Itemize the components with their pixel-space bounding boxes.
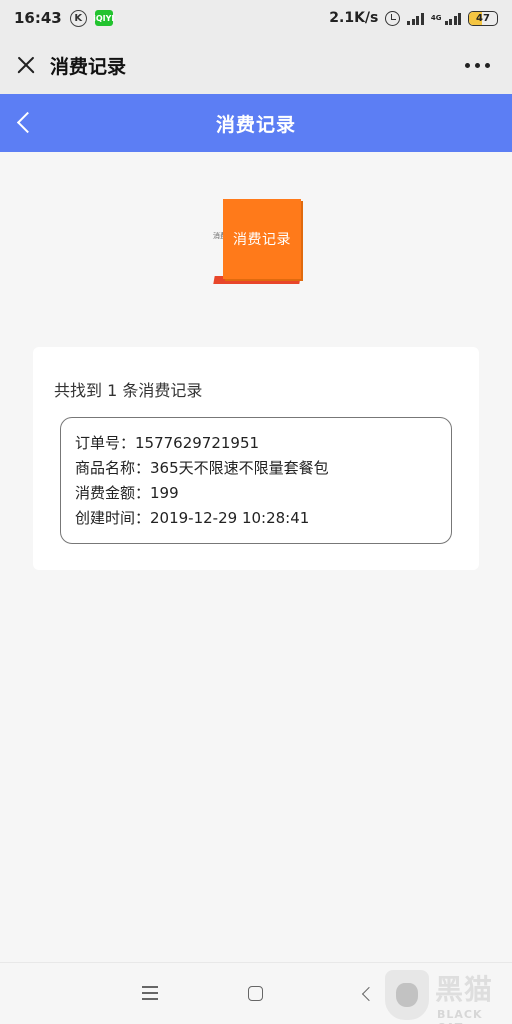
back-icon[interactable] bbox=[14, 108, 38, 138]
order-number: 订单号：1577629721951 bbox=[75, 434, 260, 452]
top-bar-title: 消费记录 bbox=[50, 55, 127, 78]
alarm-icon bbox=[385, 10, 401, 26]
signal-icon-secondary bbox=[444, 12, 461, 25]
cat-shield-icon bbox=[385, 970, 429, 1020]
black-cat-watermark: 黑猫 BLACK CAT bbox=[385, 966, 510, 1024]
iqiyi-app-icon: iQIYI bbox=[93, 10, 114, 26]
created-time: 创建时间：2019-12-29 10:28:41 bbox=[75, 509, 310, 527]
watermark-en: BLACK CAT bbox=[437, 1008, 483, 1024]
home-icon[interactable] bbox=[248, 986, 263, 1001]
nav-back-icon[interactable] bbox=[360, 987, 374, 1001]
battery-icon: 47 bbox=[468, 10, 498, 26]
amount: 消费金额：199 bbox=[75, 484, 179, 502]
more-icon[interactable] bbox=[455, 57, 500, 74]
logo-text: 消费记录 bbox=[233, 232, 291, 248]
network-type: 4G bbox=[430, 14, 442, 22]
page-header: 消费记录 bbox=[0, 94, 512, 152]
menu-icon[interactable] bbox=[142, 986, 158, 1000]
status-left: 16:43 K iQIYI bbox=[14, 9, 114, 27]
records-card: 共找到 1 条消费记录 订单号：1577629721951 商品名称：365天不… bbox=[33, 347, 479, 570]
top-bar: 消费记录 bbox=[0, 36, 512, 94]
status-bar: 16:43 K iQIYI 2.1K/s 4G 47 bbox=[0, 0, 512, 36]
results-summary: 共找到 1 条消费记录 bbox=[54, 381, 203, 400]
signal-icon bbox=[407, 12, 424, 25]
close-icon[interactable] bbox=[12, 51, 40, 79]
watermark-cn: 黑猫 bbox=[435, 973, 494, 1006]
record-item[interactable]: 订单号：1577629721951 商品名称：365天不限速不限量套餐包 消费金… bbox=[60, 417, 452, 544]
net-speed: 2.1K/s bbox=[329, 10, 379, 26]
consumption-logo: 消费 消费记录 bbox=[210, 196, 306, 288]
logo-box: 消费记录 bbox=[223, 199, 301, 279]
page-title: 消费记录 bbox=[215, 113, 296, 136]
product-name: 商品名称：365天不限速不限量套餐包 bbox=[75, 459, 329, 477]
k-app-icon: K bbox=[69, 9, 87, 27]
screen: 16:43 K iQIYI 2.1K/s 4G 47 消费记录 消费记录 消费 bbox=[0, 0, 512, 1024]
battery-level: 47 bbox=[476, 12, 490, 24]
status-right: 2.1K/s 4G 47 bbox=[329, 10, 498, 26]
status-time: 16:43 bbox=[14, 9, 62, 27]
